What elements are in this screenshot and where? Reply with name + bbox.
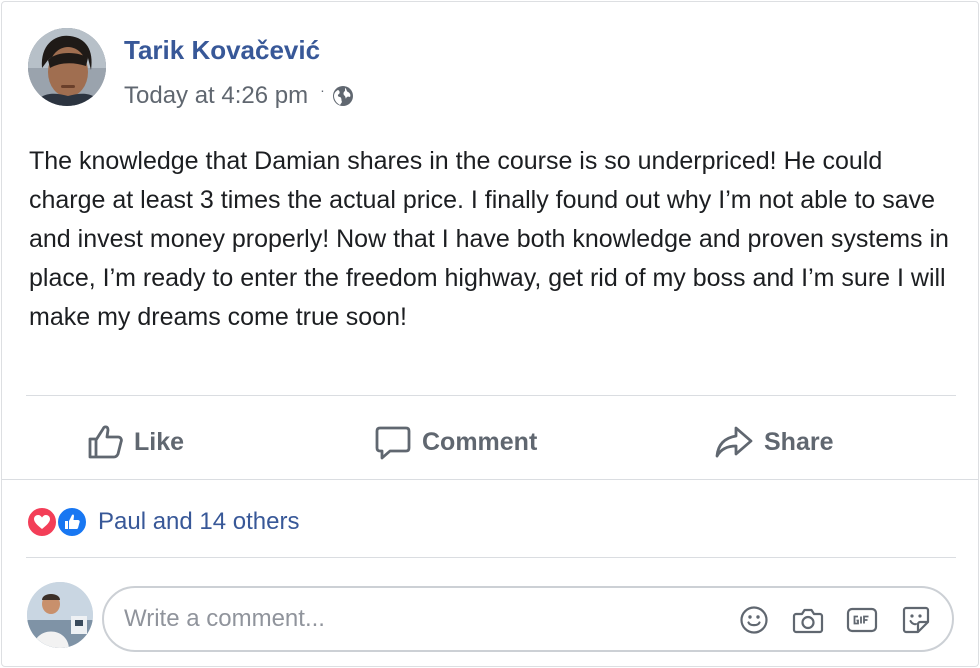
divider: [26, 395, 956, 396]
author-name[interactable]: Tarik Kovačević: [124, 35, 320, 66]
post-card: Tarik Kovačević Today at 4:26 pm · The k…: [1, 1, 979, 667]
camera-icon[interactable]: [792, 604, 824, 636]
share-button[interactable]: Share: [714, 420, 833, 464]
divider: [26, 557, 956, 558]
share-label: Share: [764, 427, 834, 456]
comment-input[interactable]: [124, 600, 724, 638]
heart-icon: [26, 506, 58, 538]
post-timestamp[interactable]: Today at 4:26 pm: [124, 82, 308, 110]
globe-icon[interactable]: [331, 84, 355, 108]
comment-label: Comment: [422, 427, 538, 456]
like-button[interactable]: Like: [86, 420, 184, 464]
post-text: The knowledge that Damian shares in the …: [29, 147, 949, 331]
sticker-icon[interactable]: [900, 604, 932, 636]
gif-icon[interactable]: [846, 604, 878, 636]
comment-box[interactable]: [102, 586, 954, 652]
share-arrow-icon: [715, 426, 753, 458]
like-label: Like: [134, 427, 185, 456]
thumbs-up-icon: [88, 425, 123, 459]
meta-separator: ·: [320, 82, 325, 98]
post-meta: Today at 4:26 pm ·: [124, 81, 355, 111]
author-avatar[interactable]: [28, 28, 106, 106]
reactions-text[interactable]: Paul and 14 others: [98, 508, 299, 536]
divider: [2, 479, 978, 480]
comment-button[interactable]: Comment: [374, 420, 537, 464]
comment-bubble-icon: [375, 426, 411, 460]
emoji-icon[interactable]: [738, 604, 770, 636]
like-reaction-icon: [56, 506, 88, 538]
reactions-summary[interactable]: Paul and 14 others: [26, 505, 299, 539]
current-user-avatar: [27, 582, 93, 648]
